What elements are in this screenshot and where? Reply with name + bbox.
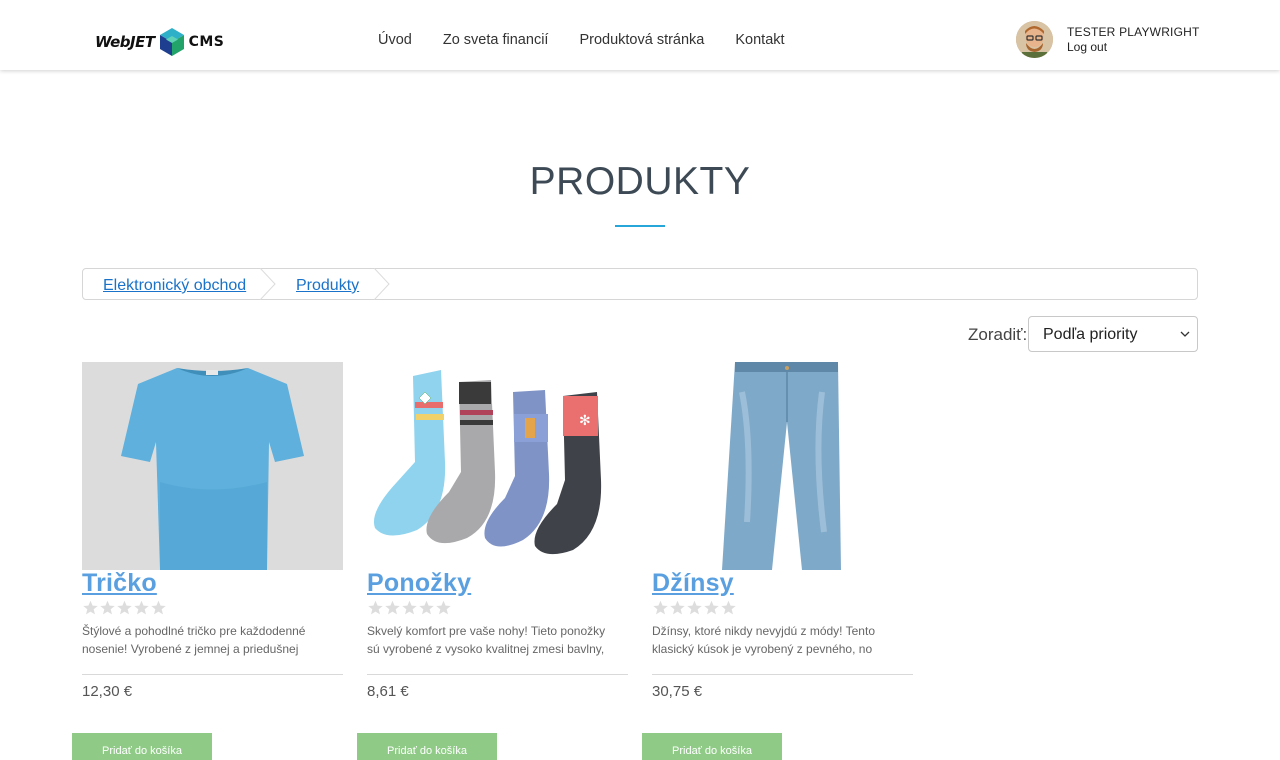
star-icon[interactable]: [384, 600, 401, 616]
tshirt-image: [121, 368, 304, 570]
user-name: TESTER PLAYWRIGHT: [1067, 24, 1200, 39]
product-price: 8,61 €: [367, 683, 409, 700]
product-description: Džínsy, ktoré nikdy nevyjdú z módy! Tent…: [652, 624, 875, 656]
rating-stars[interactable]: [367, 600, 452, 616]
sort-select[interactable]: Podľa priority: [1028, 316, 1198, 352]
star-icon[interactable]: [703, 600, 720, 616]
nav-item-produktova-stranka[interactable]: Produktová stránka: [579, 32, 704, 48]
product-image[interactable]: [652, 362, 913, 570]
rating-stars[interactable]: [82, 600, 167, 616]
star-icon[interactable]: [418, 600, 435, 616]
product-title[interactable]: Tričko: [82, 569, 157, 598]
divider: [652, 674, 913, 675]
star-icon[interactable]: [133, 600, 150, 616]
product-price: 30,75 €: [652, 683, 703, 700]
product-title[interactable]: Ponožky: [367, 569, 471, 598]
star-icon[interactable]: [686, 600, 703, 616]
star-icon[interactable]: [116, 600, 133, 616]
cube-logo-icon: [159, 28, 184, 56]
star-icon[interactable]: [367, 600, 384, 616]
star-icon[interactable]: [99, 600, 116, 616]
title-divider: [615, 225, 665, 227]
divider: [82, 674, 343, 675]
nav-item-zo-sveta-financii[interactable]: Zo sveta financií: [443, 32, 549, 48]
divider: [367, 674, 628, 675]
logout-link[interactable]: Log out: [1067, 40, 1200, 55]
add-to-cart-button[interactable]: Pridať do košíka: [357, 733, 497, 760]
breadcrumb-separator-icon: [373, 268, 390, 300]
star-icon[interactable]: [720, 600, 737, 616]
svg-text:✻: ✻: [579, 413, 591, 429]
avatar[interactable]: [1016, 21, 1053, 58]
jeans-image: [722, 362, 841, 570]
user-menu: TESTER PLAYWRIGHT Log out: [1016, 21, 1200, 58]
nav-item-uvod[interactable]: Úvod: [378, 32, 412, 48]
breadcrumb-item-produkty[interactable]: Produkty: [296, 277, 359, 295]
main-nav: Úvod Zo sveta financií Produktová stránk…: [378, 32, 816, 48]
star-icon[interactable]: [435, 600, 452, 616]
product-title[interactable]: Džínsy: [652, 569, 734, 598]
breadcrumb-separator-icon: [259, 268, 276, 300]
logo-text-cms: CMS: [188, 34, 225, 50]
page-title: PRODUKTY: [529, 160, 751, 203]
socks-image: ✻: [373, 370, 602, 555]
nav-item-kontakt[interactable]: Kontakt: [735, 32, 784, 48]
sort-label: Zoradiť:: [968, 325, 1028, 344]
product-card: ✻ Ponožky Skvelý komfort pre vaše nohy! …: [357, 362, 628, 760]
star-icon[interactable]: [401, 600, 418, 616]
product-image[interactable]: [82, 362, 343, 570]
star-icon[interactable]: [150, 600, 167, 616]
rating-stars[interactable]: [652, 600, 737, 616]
breadcrumb: Elektronický obchod Produkty: [82, 268, 1198, 300]
product-card: Džínsy Džínsy, ktoré nikdy nevyjdú z mód…: [642, 362, 913, 760]
star-icon[interactable]: [669, 600, 686, 616]
product-image[interactable]: ✻: [367, 362, 628, 570]
product-card: Tričko Štýlové a pohodlné tričko pre kaž…: [72, 362, 343, 760]
breadcrumb-item-elektronicky-obchod[interactable]: Elektronický obchod: [103, 277, 246, 295]
add-to-cart-button[interactable]: Pridať do košíka: [642, 733, 782, 760]
user-avatar-icon: [1016, 21, 1053, 58]
product-description: Skvelý komfort pre vaše nohy! Tieto pono…: [367, 624, 606, 656]
logo-text-webjet: WebJET: [95, 33, 155, 51]
product-description: Štýlové a pohodlné tričko pre každodenné…: [82, 624, 306, 656]
star-icon[interactable]: [82, 600, 99, 616]
site-header: WebJET CMS Úvod Zo sveta financií Produk…: [0, 0, 1280, 70]
star-icon[interactable]: [652, 600, 669, 616]
product-price: 12,30 €: [82, 683, 133, 700]
chevron-down-icon: [1180, 331, 1190, 337]
site-logo[interactable]: WebJET CMS: [95, 28, 224, 56]
sort-selected-value: Podľa priority: [1043, 326, 1138, 343]
add-to-cart-button[interactable]: Pridať do košíka: [72, 733, 212, 760]
